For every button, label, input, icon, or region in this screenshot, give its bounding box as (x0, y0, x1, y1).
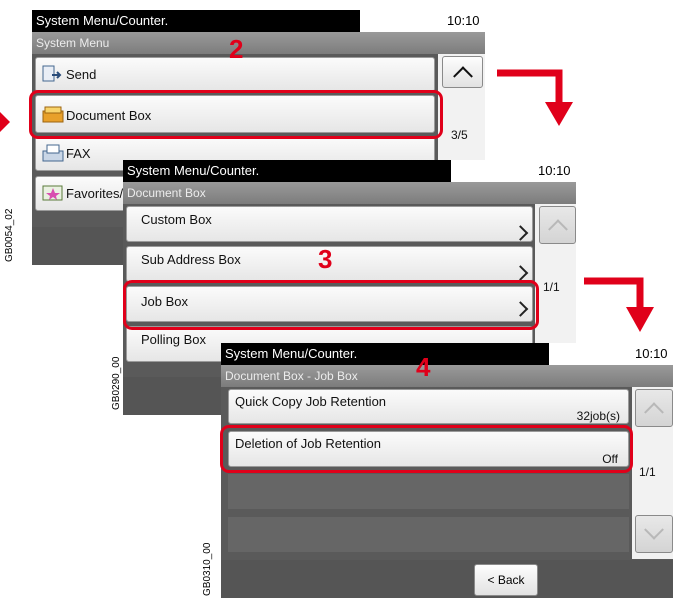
empty-row (228, 517, 629, 552)
clock: 10:10 (538, 163, 571, 178)
menu-item-label: Polling Box (141, 332, 207, 347)
menu-item-label: Custom Box (141, 212, 212, 227)
figure-code: GB0054_02 (4, 208, 15, 262)
figure-code: GB0290_00 (111, 356, 122, 410)
send-icon (42, 65, 62, 82)
step-arrow-2 (584, 277, 654, 332)
menu-item-label: FAX (66, 146, 91, 161)
menu-item-label: Send (66, 67, 97, 82)
favorites-icon (42, 185, 63, 201)
page-indicator: 3/5 (451, 128, 468, 142)
page-indicator: 1/1 (543, 280, 560, 294)
chevron-up-icon (644, 402, 664, 423)
step-arrow-1 (497, 69, 573, 126)
step-number-3: 3 (318, 244, 333, 274)
highlight-job-box (123, 280, 539, 330)
chevron-right-icon (512, 225, 529, 241)
clock: 10:10 (447, 13, 480, 28)
bottom-bar (221, 560, 673, 598)
step-number-4: 4 (416, 352, 431, 382)
scroll-up-button[interactable] (635, 389, 673, 427)
setting-label: Quick Copy Job Retention (235, 394, 387, 409)
left-arrow-stub (0, 112, 10, 132)
fax-icon (42, 144, 64, 162)
menu-item-label: Sub Address Box (141, 252, 241, 267)
chevron-up-icon (547, 219, 568, 240)
back-button[interactable]: < Back (474, 564, 538, 596)
step-number-2: 2 (229, 34, 244, 64)
screen-title: Document Box (123, 182, 576, 204)
page-indicator: 1/1 (639, 465, 656, 479)
setting-value: 32job(s) (576, 409, 620, 423)
scroll-up-button[interactable] (539, 206, 576, 244)
screen-title: Document Box - Job Box (221, 365, 673, 387)
chevron-up-icon (452, 66, 473, 87)
empty-row (228, 474, 629, 509)
header-bar: System Menu/Counter. (123, 160, 451, 182)
back-button-label: < Back (487, 573, 525, 587)
header-bar: System Menu/Counter. (221, 343, 549, 365)
screen-title: System Menu (32, 32, 485, 54)
chevron-right-icon (512, 265, 529, 281)
header-bar: System Menu/Counter. (32, 10, 360, 32)
scroll-down-button[interactable] (635, 515, 673, 553)
menu-item-custom-box[interactable]: Custom Box (126, 206, 533, 242)
clock: 10:10 (635, 346, 668, 361)
setting-quick-copy-job-retention[interactable]: Quick Copy Job Retention 32job(s) (228, 389, 629, 424)
highlight-document-box (29, 90, 443, 139)
scroll-up-button[interactable] (442, 56, 483, 88)
chevron-down-icon (644, 519, 664, 540)
highlight-deletion-of-job-retention (220, 425, 633, 473)
figure-code: GB0310_00 (202, 542, 213, 596)
menu-item-label: Favorites/ (66, 186, 124, 201)
